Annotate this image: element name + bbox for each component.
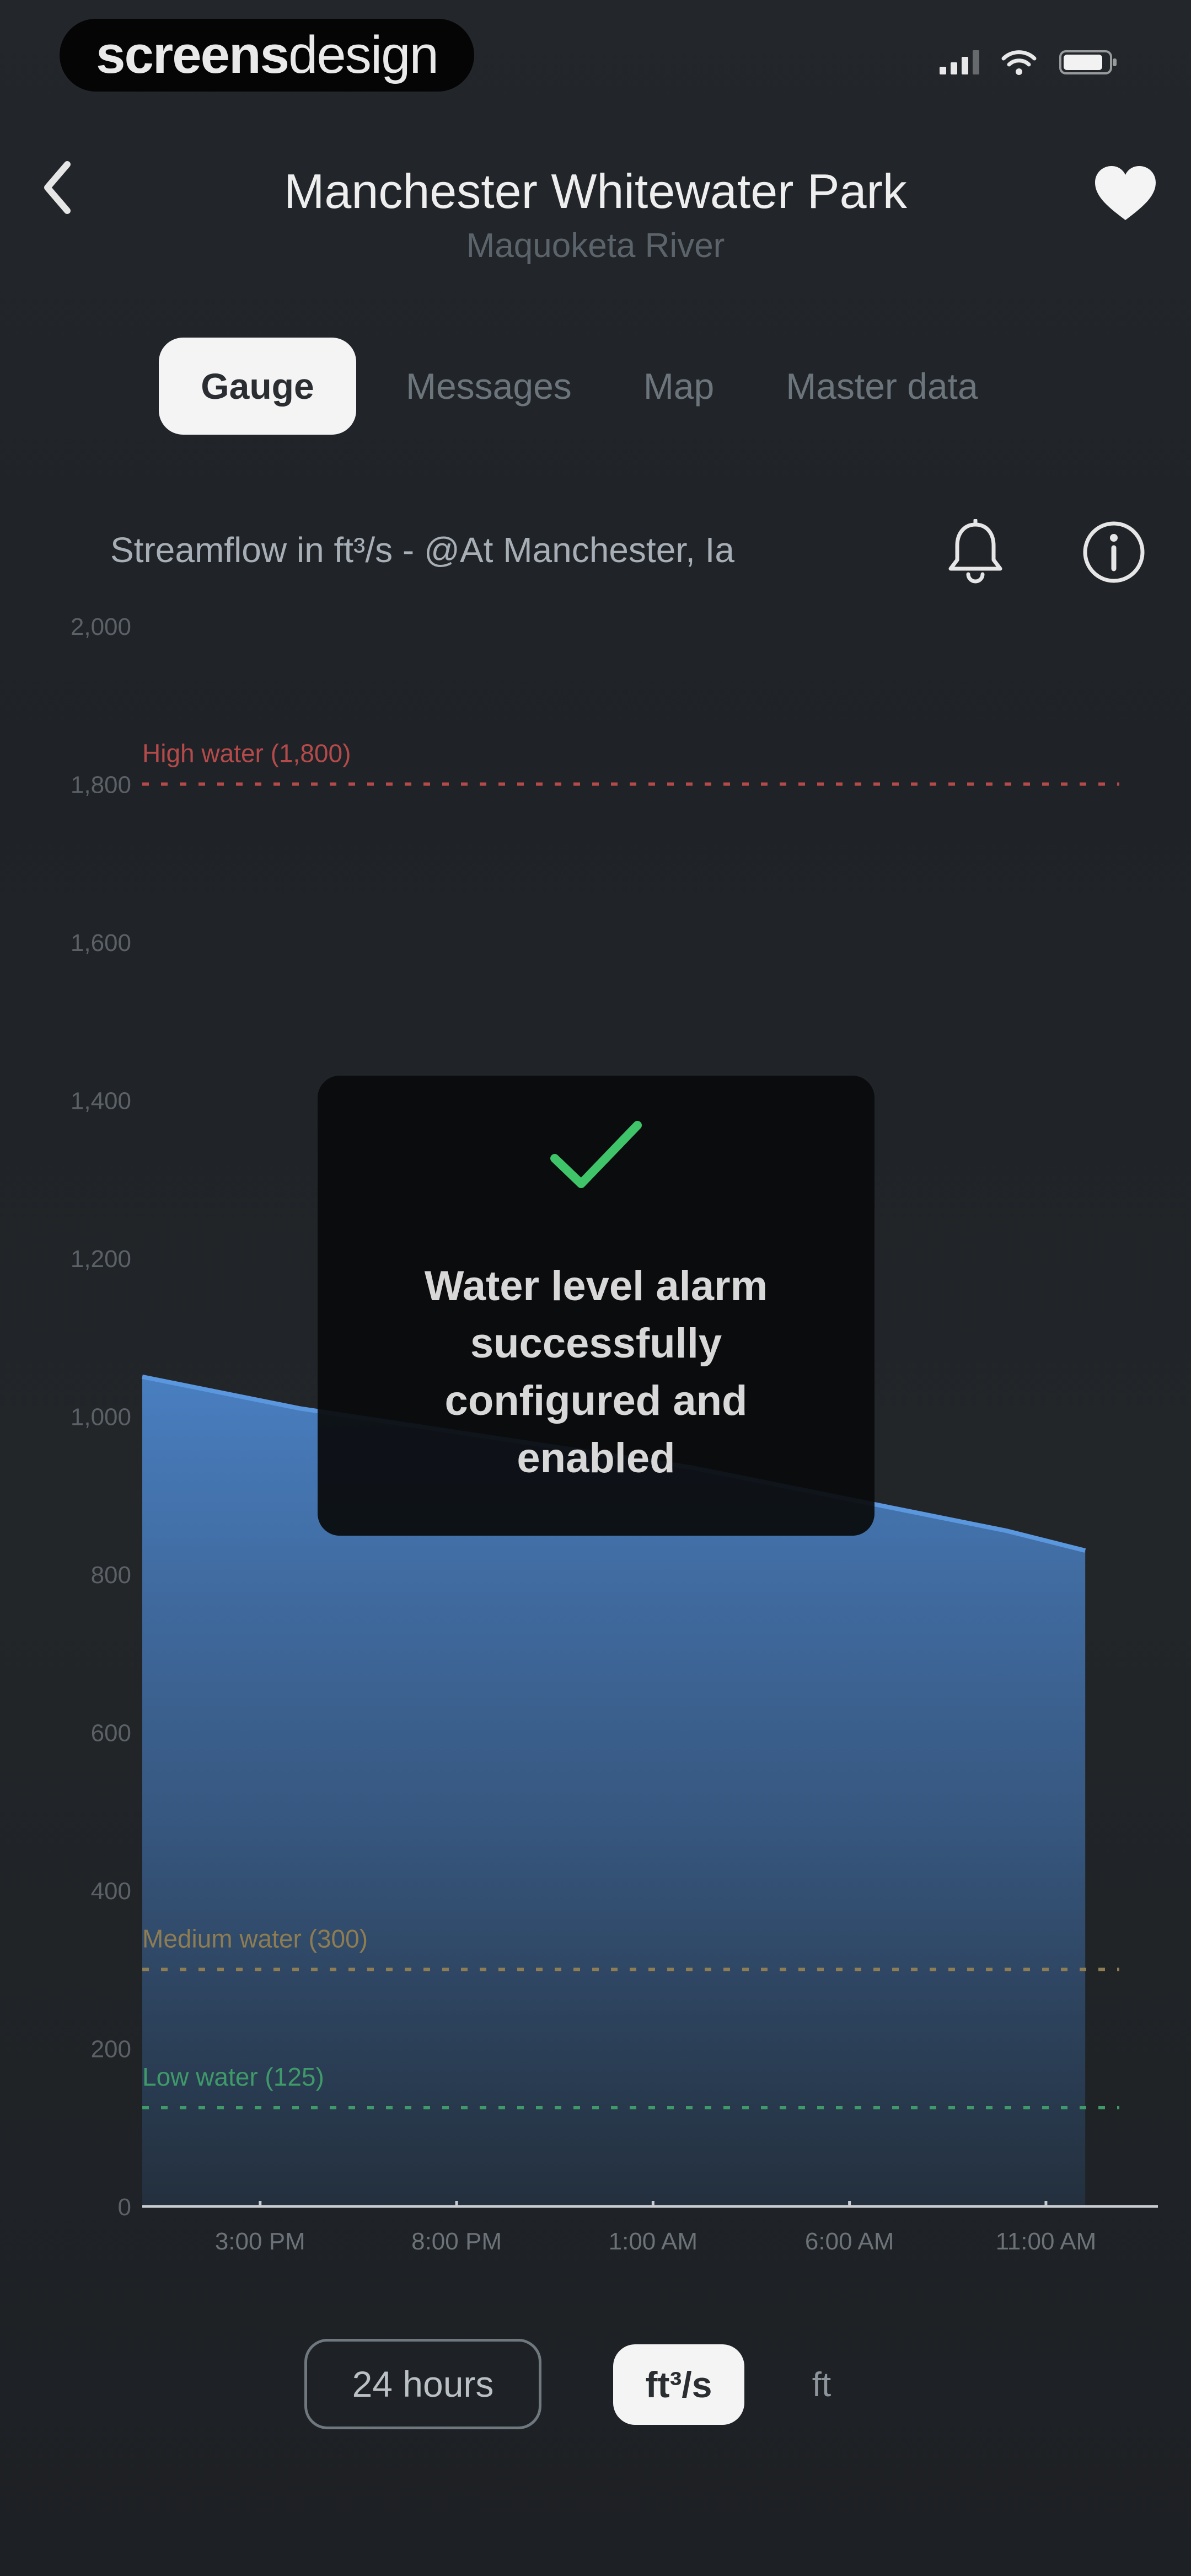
back-button[interactable] — [30, 154, 85, 221]
wifi-icon — [1001, 50, 1037, 75]
y-tick-label: 1,200 — [71, 1246, 131, 1273]
tab-gauge[interactable]: Gauge — [159, 338, 356, 435]
river-subtitle: Maquoketa River — [466, 227, 725, 265]
x-tick-label: 11:00 AM — [996, 2228, 1097, 2255]
y-tick-label: 2,000 — [71, 613, 131, 640]
info-icon — [1083, 521, 1145, 583]
y-tick-label: 400 — [91, 1878, 131, 1905]
bell-icon — [948, 519, 1002, 584]
y-tick-label: 800 — [91, 1562, 131, 1589]
signal-icon — [940, 50, 979, 74]
y-tick-label: 1,600 — [71, 929, 131, 956]
x-tick-label: 8:00 PM — [411, 2228, 502, 2255]
y-tick-label: 1,000 — [71, 1404, 131, 1431]
unit-height-button[interactable]: ft — [794, 2344, 849, 2425]
threshold-label: Medium water (300) — [142, 1924, 368, 1953]
favorite-button[interactable] — [1090, 158, 1161, 229]
y-tick-label: 0 — [118, 2194, 131, 2221]
x-tick-label: 3:00 PM — [215, 2228, 305, 2255]
chevron-left-icon — [44, 161, 71, 214]
y-tick-label: 1,400 — [71, 1088, 131, 1115]
tab-master-data[interactable]: Master data — [786, 338, 978, 435]
tab-messages[interactable]: Messages — [406, 338, 572, 435]
status-icons — [940, 49, 1119, 76]
toast-line: Water level alarm — [424, 1263, 768, 1310]
toast-message: Water level alarm successfully configure… — [362, 1258, 830, 1487]
unit-flow-button[interactable]: ft³/s — [613, 2344, 744, 2425]
threshold-label: Low water (125) — [142, 2062, 324, 2091]
toast-line: configured and — [444, 1377, 748, 1424]
toast-line: enabled — [517, 1435, 675, 1482]
toast-line: successfully — [470, 1320, 722, 1367]
tab-bar: Gauge Messages Map Master data — [159, 338, 978, 435]
x-tick-label: 1:00 AM — [609, 2228, 698, 2255]
battery-icon — [1059, 50, 1117, 74]
checkmark-icon — [550, 1121, 642, 1188]
info-button[interactable] — [1078, 516, 1150, 588]
watermark-text-design: design — [288, 25, 439, 84]
x-tick-label: 6:00 AM — [805, 2228, 894, 2255]
heart-icon — [1095, 166, 1156, 220]
page-title: Manchester Whitewater Park — [284, 164, 907, 218]
time-range-button[interactable]: 24 hours — [304, 2339, 541, 2429]
chart-caption: Streamflow in ft³/s - @At Manchester, Ia — [110, 530, 734, 570]
success-toast: Water level alarm successfully configure… — [318, 1076, 875, 1536]
app-screen: screens design Manchester Whitewater Park… — [0, 0, 1191, 2576]
threshold-label: High water (1,800) — [142, 739, 351, 768]
watermark-text-screens: screens — [96, 25, 289, 84]
y-tick-label: 200 — [91, 2036, 131, 2063]
screensdesign-watermark: screens design — [60, 19, 474, 92]
y-tick-label: 1,800 — [71, 772, 131, 799]
tab-map[interactable]: Map — [643, 338, 714, 435]
y-tick-label: 600 — [91, 1720, 131, 1747]
alarm-button[interactable] — [940, 516, 1011, 588]
